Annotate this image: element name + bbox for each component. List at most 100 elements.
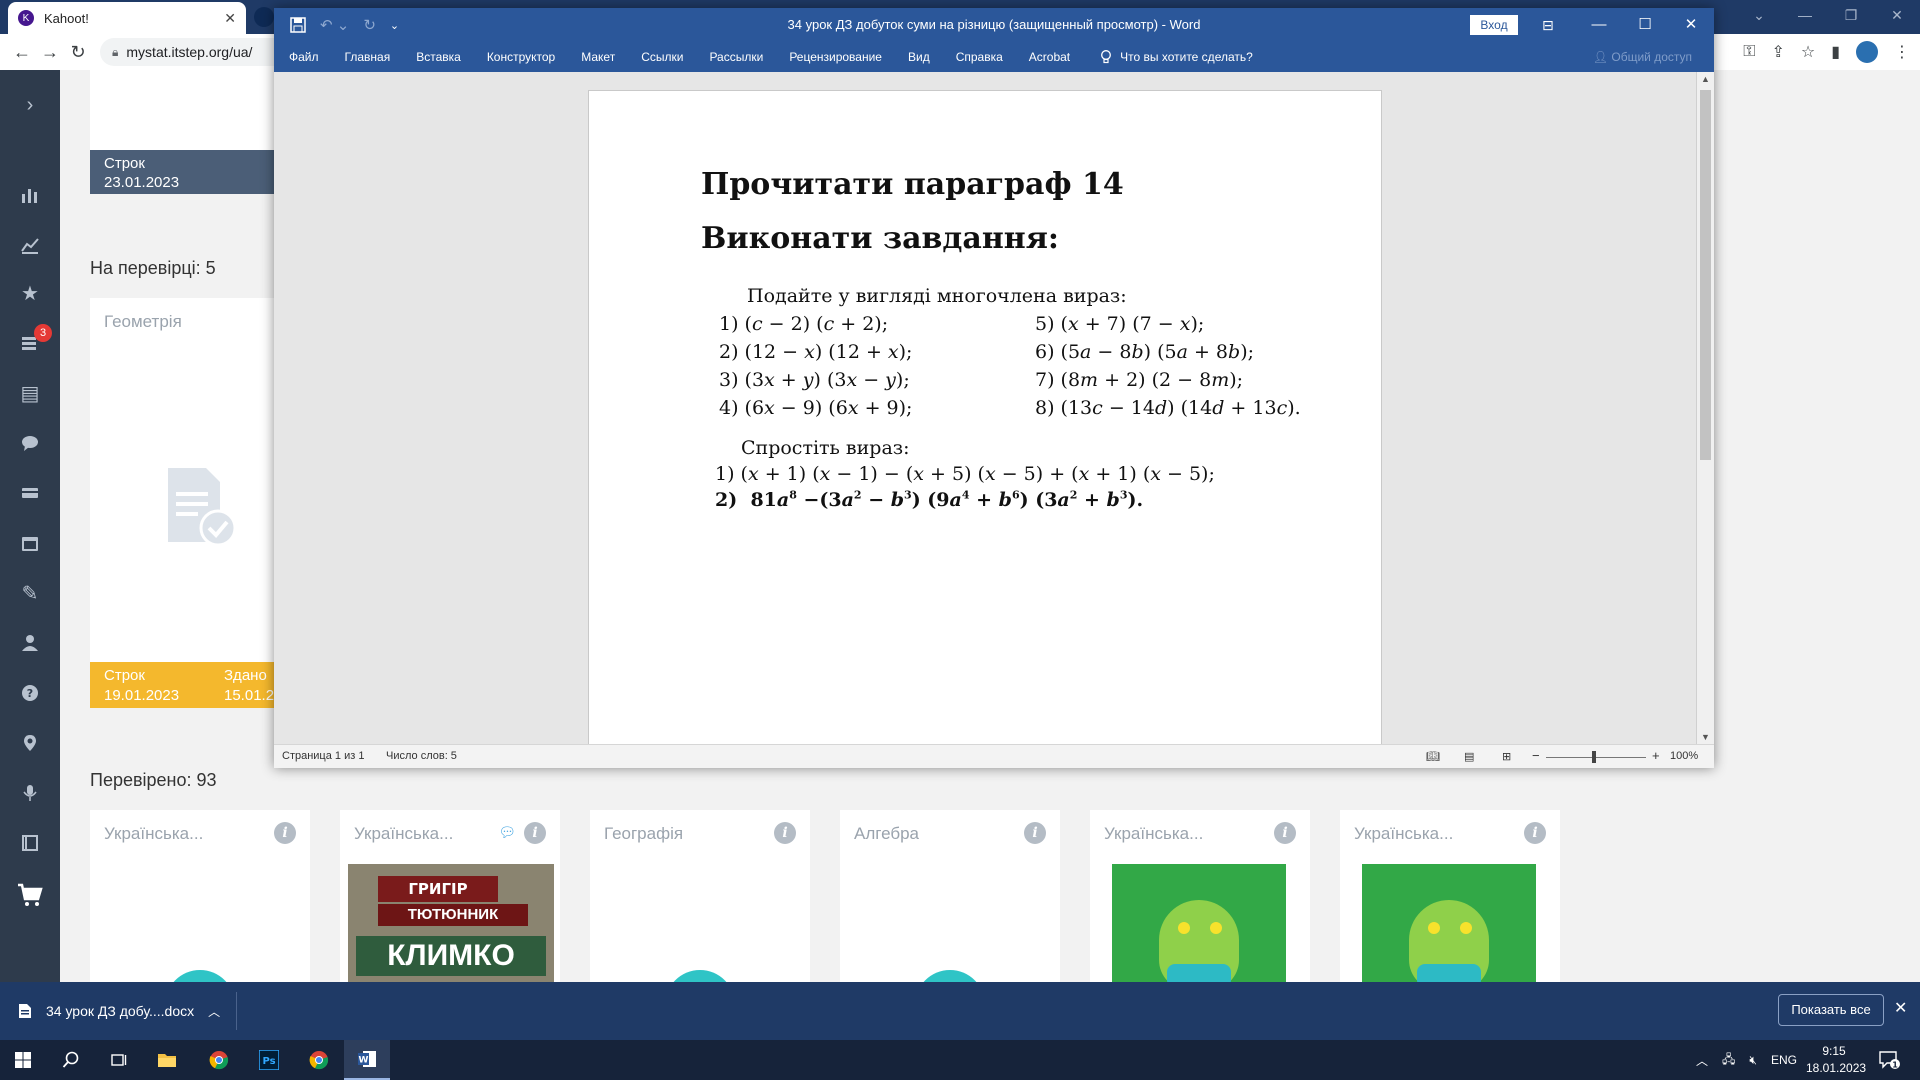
scroll-down-icon[interactable]: ▼ bbox=[1701, 732, 1710, 742]
zoom-slider[interactable] bbox=[1546, 757, 1646, 758]
close-icon[interactable]: ✕ bbox=[1874, 0, 1920, 34]
forward-arrow-icon[interactable]: → bbox=[36, 38, 64, 66]
download-item[interactable]: 34 урок ДЗ добу....docx ︿ bbox=[18, 982, 220, 1040]
share-icon[interactable]: ⇪ bbox=[1771, 42, 1784, 62]
tab-review[interactable]: Рецензирование bbox=[789, 50, 882, 64]
star-icon[interactable]: ☆ bbox=[1801, 42, 1815, 62]
scroll-up-icon[interactable]: ▲ bbox=[1701, 74, 1710, 84]
checked-card-geography[interactable]: Географія i bbox=[590, 810, 810, 982]
tab-design[interactable]: Конструктор bbox=[487, 50, 555, 64]
close-icon[interactable]: ✕ bbox=[1894, 998, 1907, 1018]
taskbar-clock[interactable]: 9:15 18.01.2023 bbox=[1806, 1043, 1866, 1077]
sign-in-button[interactable]: Вход bbox=[1470, 15, 1518, 35]
minimize-icon[interactable]: — bbox=[1782, 0, 1828, 34]
microphone-icon[interactable] bbox=[0, 778, 60, 808]
document-page[interactable]: Прочитати параграф 14 Виконати завдання:… bbox=[588, 90, 1382, 744]
zoom-out-icon[interactable]: − bbox=[1532, 748, 1540, 763]
restore-icon[interactable]: ❐ bbox=[1828, 0, 1874, 34]
tab-mailings[interactable]: Рассылки bbox=[709, 50, 763, 64]
word-status-bar: Страница 1 из 1 Число слов: 5 📖︎ ▤ ⊞ − +… bbox=[274, 744, 1714, 768]
key-icon[interactable]: ⚿ bbox=[1743, 43, 1755, 61]
checked-card-ukrainian-3[interactable]: Українська... i bbox=[1340, 810, 1560, 982]
checked-card-algebra[interactable]: Алгебра i bbox=[840, 810, 1060, 982]
library-icon[interactable]: ▤ bbox=[0, 378, 60, 408]
tab-references[interactable]: Ссылки bbox=[641, 50, 683, 64]
profile-avatar[interactable] bbox=[1856, 41, 1878, 63]
shop-cart-icon[interactable] bbox=[0, 880, 60, 910]
reload-icon[interactable]: ↻ bbox=[64, 38, 92, 66]
homework-card-geometry[interactable]: Геометрія bbox=[90, 298, 280, 708]
file-explorer-icon[interactable] bbox=[144, 1040, 190, 1080]
notifications-icon[interactable]: 1 bbox=[1878, 1040, 1900, 1080]
search-icon[interactable] bbox=[48, 1040, 94, 1080]
chrome-profile-icon[interactable] bbox=[296, 1040, 342, 1080]
scroll-thumb[interactable] bbox=[1700, 90, 1711, 460]
windows-start-icon[interactable] bbox=[0, 1040, 46, 1080]
expand-chevron-icon[interactable]: › bbox=[0, 90, 60, 120]
info-icon[interactable]: i bbox=[1274, 822, 1296, 844]
tab-acrobat[interactable]: Acrobat bbox=[1029, 50, 1070, 64]
minimize-icon[interactable]: — bbox=[1576, 8, 1622, 42]
vertical-scrollbar[interactable]: ▲ ▼ bbox=[1696, 72, 1714, 744]
tab-close-icon[interactable]: ✕ bbox=[224, 10, 236, 27]
word-app-icon[interactable]: W bbox=[344, 1040, 390, 1080]
checked-card-ukrainian-lit[interactable]: Українська... 💬︎ i ГРИГІР ТЮТЮННИК КЛИМК… bbox=[340, 810, 560, 982]
tab-view[interactable]: Вид bbox=[908, 50, 930, 64]
tab-file[interactable]: Файл bbox=[289, 50, 319, 64]
pen-icon[interactable]: ✎ bbox=[0, 578, 60, 608]
tab-home[interactable]: Главная bbox=[345, 50, 391, 64]
page-count[interactable]: Страница 1 из 1 bbox=[282, 750, 364, 762]
menu-dots-icon[interactable]: ⋮ bbox=[1894, 42, 1910, 62]
info-icon[interactable]: i bbox=[1024, 822, 1046, 844]
zoom-in-icon[interactable]: + bbox=[1652, 748, 1660, 763]
zoom-slider-thumb[interactable] bbox=[1592, 751, 1596, 763]
ribbon-display-options-icon[interactable]: ⊟ bbox=[1542, 8, 1554, 42]
language-indicator[interactable]: ENG bbox=[1771, 1053, 1797, 1067]
card-icon[interactable] bbox=[0, 478, 60, 508]
help-icon[interactable]: ? bbox=[0, 678, 60, 708]
checked-card-ukrainian[interactable]: Українська... i bbox=[90, 810, 310, 982]
chrome-icon[interactable] bbox=[196, 1040, 242, 1080]
info-icon[interactable]: i bbox=[274, 822, 296, 844]
photoshop-icon[interactable]: Ps bbox=[246, 1040, 292, 1080]
user-icon[interactable] bbox=[0, 628, 60, 658]
back-arrow-icon[interactable]: ← bbox=[8, 38, 36, 66]
web-layout-icon[interactable]: ⊞ bbox=[1502, 750, 1511, 763]
share-button[interactable]: 👤︎ Общий доступ bbox=[1593, 42, 1692, 72]
location-pin-icon[interactable] bbox=[0, 728, 60, 758]
print-layout-icon[interactable]: ▤ bbox=[1464, 750, 1474, 763]
checked-card-ukrainian-2[interactable]: Українська... i bbox=[1090, 810, 1310, 982]
chevron-down-icon[interactable]: ⌄ bbox=[1736, 0, 1782, 34]
word-count[interactable]: Число слов: 5 bbox=[386, 750, 457, 762]
book-icon[interactable] bbox=[0, 828, 60, 858]
tell-me-box[interactable]: Что вы хотите сделать? bbox=[1100, 50, 1253, 64]
info-icon[interactable]: i bbox=[774, 822, 796, 844]
star-icon[interactable]: ★ bbox=[0, 278, 60, 308]
word-window-controls: — ☐ ✕ bbox=[1576, 8, 1714, 42]
document-canvas[interactable]: Прочитати параграф 14 Виконати завдання:… bbox=[274, 72, 1696, 744]
maximize-icon[interactable]: ☐ bbox=[1622, 8, 1668, 42]
volume-mute-icon[interactable]: 🔇︎ bbox=[1749, 1053, 1757, 1068]
task-view-icon[interactable] bbox=[96, 1040, 142, 1080]
side-panel-icon[interactable]: ▮ bbox=[1831, 42, 1840, 62]
info-icon[interactable]: i bbox=[1524, 822, 1546, 844]
bar-chart-icon[interactable] bbox=[0, 180, 60, 210]
tab-help[interactable]: Справка bbox=[956, 50, 1003, 64]
close-icon[interactable]: ✕ bbox=[1668, 8, 1714, 42]
tab-insert[interactable]: Вставка bbox=[416, 50, 461, 64]
browser-tab-kahoot[interactable]: K Kahoot! ✕ bbox=[8, 2, 246, 34]
read-mode-icon[interactable]: 📖︎ bbox=[1426, 750, 1440, 763]
info-icon[interactable]: i bbox=[524, 822, 546, 844]
calendar-icon[interactable] bbox=[0, 528, 60, 558]
show-all-button[interactable]: Показать все bbox=[1778, 994, 1884, 1026]
chevron-up-icon[interactable]: ︿ bbox=[1696, 1052, 1708, 1069]
line-chart-icon[interactable] bbox=[0, 230, 60, 260]
homework-list-icon[interactable]: 3 bbox=[0, 324, 60, 358]
network-icon[interactable]: 🖧︎ bbox=[1722, 1050, 1735, 1071]
zoom-level[interactable]: 100% bbox=[1670, 750, 1698, 762]
chat-bubble-icon[interactable]: 💬︎ bbox=[498, 824, 516, 841]
browser-tab-second[interactable] bbox=[254, 7, 274, 27]
chevron-up-icon[interactable]: ︿ bbox=[208, 1003, 220, 1020]
tab-layout[interactable]: Макет bbox=[581, 50, 615, 64]
chat-icon[interactable] bbox=[0, 428, 60, 458]
